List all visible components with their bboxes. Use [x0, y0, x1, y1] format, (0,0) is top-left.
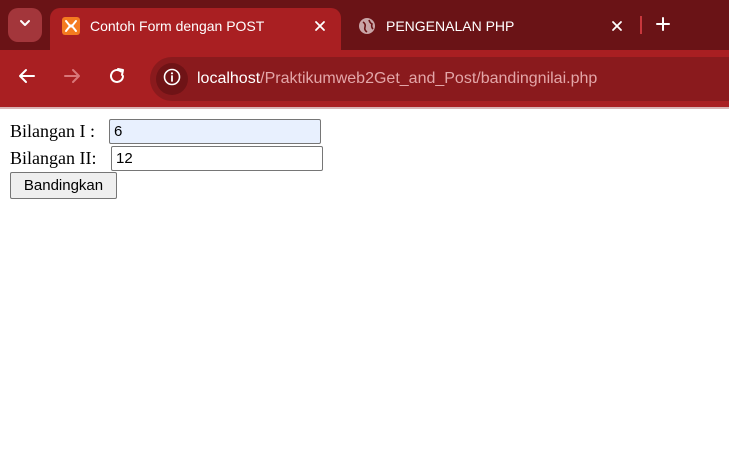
address-bar[interactable]: localhost/Praktikumweb2Get_and_Post/band…: [150, 57, 729, 101]
arrow-right-icon: [63, 67, 81, 90]
reload-button[interactable]: [103, 64, 131, 92]
globe-icon: [358, 17, 376, 35]
url-text[interactable]: localhost/Praktikumweb2Get_and_Post/band…: [197, 69, 597, 89]
browser-toolbar: localhost/Praktikumweb2Get_and_Post/band…: [0, 50, 729, 107]
bilangan-1-input[interactable]: [109, 119, 321, 144]
reload-icon: [108, 67, 126, 90]
xampp-icon: [62, 17, 80, 35]
back-button[interactable]: [13, 64, 41, 92]
site-info-button[interactable]: [156, 63, 188, 95]
page-content: Bilangan I : Bilangan II: Bandingkan: [0, 109, 729, 452]
bilangan-1-label: Bilangan I :: [10, 121, 95, 141]
bandingkan-button[interactable]: Bandingkan: [10, 172, 117, 199]
url-host: localhost: [197, 70, 261, 87]
tab-contoh-form[interactable]: Contoh Form dengan POST: [50, 8, 341, 50]
tab-title: PENGENALAN PHP: [386, 18, 515, 34]
bilangan-2-input[interactable]: [111, 146, 323, 171]
tab-separator: [640, 16, 642, 34]
plus-icon: [655, 16, 671, 37]
tab-search-button[interactable]: [8, 8, 42, 42]
forward-button[interactable]: [58, 64, 86, 92]
info-icon: [163, 68, 181, 91]
tab-pengenalan-php[interactable]: PENGENALAN PHP: [346, 8, 638, 50]
arrow-left-icon: [18, 67, 36, 90]
url-path: /Praktikumweb2Get_and_Post/bandingnilai.…: [260, 70, 598, 87]
close-icon[interactable]: [310, 16, 330, 36]
close-icon[interactable]: [607, 16, 627, 36]
chevron-down-icon: [18, 16, 32, 35]
bilangan-2-label: Bilangan II:: [10, 148, 97, 168]
tab-strip: Contoh Form dengan POST PENGENALAN PHP: [0, 0, 729, 50]
tab-title: Contoh Form dengan POST: [90, 18, 265, 34]
new-tab-button[interactable]: [651, 14, 675, 38]
